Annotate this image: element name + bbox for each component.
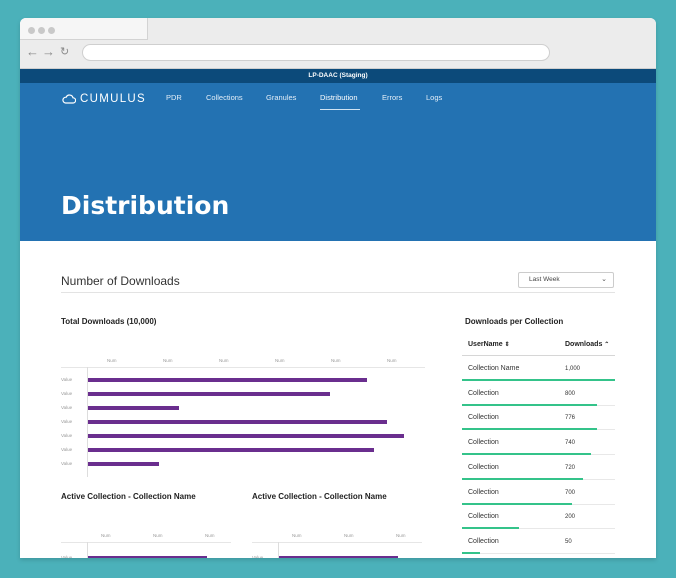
time-range-select[interactable]: Last Week ⌄	[518, 272, 614, 288]
downloads-table-title: Downloads per Collection	[465, 317, 564, 326]
total-downloads-title: Total Downloads (10,000)	[61, 317, 157, 326]
environment-banner: LP-DAAC (Staging)	[20, 69, 656, 83]
table-header-divider	[462, 355, 615, 356]
page-title: Distribution	[61, 191, 230, 220]
collection-name-cell[interactable]: Collection	[468, 489, 499, 496]
total-chart-bar[interactable]	[88, 378, 367, 382]
downloads-count-cell: 776	[565, 415, 576, 422]
time-range-value: Last Week	[529, 276, 560, 283]
collection-name-cell[interactable]: Collection	[468, 390, 499, 397]
nav-collections[interactable]: Collections	[206, 93, 243, 102]
nav-pdr[interactable]: PDR	[166, 93, 182, 102]
hero-banner: Distribution	[20, 113, 656, 241]
cumulus-logo[interactable]: CUMULUS	[62, 91, 146, 107]
back-icon[interactable]: ←	[26, 45, 39, 59]
downloads-count-cell: 740	[565, 440, 576, 447]
active-chart-1-x-tick-label: Num	[101, 533, 111, 538]
active-collection-title-1: Active Collection - Collection Name	[61, 492, 196, 501]
downloads-count-cell: 800	[565, 390, 576, 397]
total-chart-x-tick-label: Num	[219, 358, 229, 363]
downloads-share-bar	[462, 453, 591, 456]
section-title: Number of Downloads	[61, 274, 180, 288]
maximize-dot[interactable]	[48, 27, 55, 34]
downloads-share-bar	[462, 428, 597, 431]
cloud-icon	[62, 94, 76, 104]
downloads-count-cell: 720	[565, 464, 576, 471]
downloads-count-cell: 50	[565, 538, 572, 545]
section-divider	[61, 292, 615, 293]
browser-window: ← → ↻ LP-DAAC (Staging) CUMULUS PDR Coll…	[20, 18, 656, 558]
collection-name-cell[interactable]: Collection	[468, 513, 499, 520]
total-chart-x-tick-label: Num	[387, 358, 397, 363]
collection-name-cell[interactable]: Collection	[468, 414, 499, 421]
active-chart-1-y-tick-label: Value	[61, 555, 73, 558]
downloads-share-bar	[462, 551, 481, 554]
downloads-header-label: Downloads	[565, 341, 603, 348]
nav-distribution[interactable]: Distribution	[320, 93, 358, 102]
collection-name-cell[interactable]: Collection Name	[468, 365, 519, 372]
chevron-down-icon: ⌄	[601, 276, 607, 283]
main-content: Number of Downloads Last Week ⌄ Total Do…	[20, 241, 656, 558]
active-chart-1-bar[interactable]	[88, 556, 208, 558]
collection-name-cell[interactable]: Collection	[468, 538, 499, 545]
active-chart-1-x-tick-label: Num	[205, 533, 215, 538]
active-chart-2-y-tick-label: Value	[252, 555, 264, 558]
active-chart-2-x-tick-label: Num	[396, 533, 406, 538]
downloads-count-cell: 700	[565, 489, 576, 496]
total-chart-bar[interactable]	[88, 434, 404, 438]
active-chart-2-x-tick-label: Num	[292, 533, 302, 538]
active-chart-2-bar[interactable]	[279, 556, 399, 558]
browser-chrome: ← → ↻	[20, 18, 656, 69]
collection-name-cell[interactable]: Collection	[468, 439, 499, 446]
total-chart-y-tick-label: Value	[61, 391, 73, 396]
active-collection-title-2: Active Collection - Collection Name	[252, 492, 387, 501]
downloads-count-cell: 200	[565, 514, 576, 521]
reload-icon[interactable]: ↻	[60, 45, 69, 59]
total-chart-y-tick-label: Value	[61, 405, 73, 410]
total-chart-y-tick-label: Value	[61, 461, 73, 466]
total-chart-bar[interactable]	[88, 448, 374, 452]
total-chart-top-gridline	[61, 367, 425, 368]
total-chart-bar[interactable]	[88, 420, 387, 424]
collection-name-cell[interactable]: Collection	[468, 464, 499, 471]
downloads-share-bar	[462, 403, 597, 406]
total-chart-bar[interactable]	[88, 392, 330, 396]
total-chart-x-tick-label: Num	[107, 358, 117, 363]
top-nav: CUMULUS PDR Collections Granules Distrib…	[20, 83, 656, 113]
close-dot[interactable]	[28, 27, 35, 34]
active-chart-2-x-tick-label: Num	[344, 533, 354, 538]
username-column-header[interactable]: UserName ⇕	[468, 341, 510, 348]
username-header-label: UserName	[468, 341, 503, 348]
minimize-dot[interactable]	[38, 27, 45, 34]
nav-errors[interactable]: Errors	[382, 93, 402, 102]
downloads-share-bar	[462, 527, 519, 530]
active-chart-1-x-tick-label: Num	[153, 533, 163, 538]
total-chart-bar[interactable]	[88, 462, 159, 466]
sort-asc-icon: ⌃	[604, 342, 610, 348]
nav-granules[interactable]: Granules	[266, 93, 296, 102]
nav-logs[interactable]: Logs	[426, 93, 442, 102]
total-chart-y-tick-label: Value	[61, 447, 73, 452]
url-bar[interactable]	[82, 44, 550, 61]
table-row-divider	[462, 552, 615, 554]
downloads-share-bar	[462, 379, 615, 381]
forward-icon[interactable]: →	[42, 45, 55, 59]
total-chart-x-tick-label: Num	[163, 358, 173, 363]
downloads-share-bar	[462, 477, 583, 480]
total-chart-y-tick-label: Value	[61, 377, 73, 382]
active-nav-indicator	[320, 109, 360, 110]
total-chart-x-tick-label: Num	[275, 358, 285, 363]
total-chart-y-tick-label: Value	[61, 433, 73, 438]
downloads-column-header[interactable]: Downloads ⌃	[565, 341, 609, 348]
downloads-count-cell: 1,000	[565, 366, 581, 372]
total-chart-x-tick-label: Num	[331, 358, 341, 363]
brand-name: CUMULUS	[80, 93, 146, 105]
downloads-share-bar	[462, 502, 573, 505]
sort-icon: ⇕	[504, 342, 510, 348]
total-chart-y-tick-label: Value	[61, 419, 73, 424]
total-chart-bar[interactable]	[88, 406, 179, 410]
